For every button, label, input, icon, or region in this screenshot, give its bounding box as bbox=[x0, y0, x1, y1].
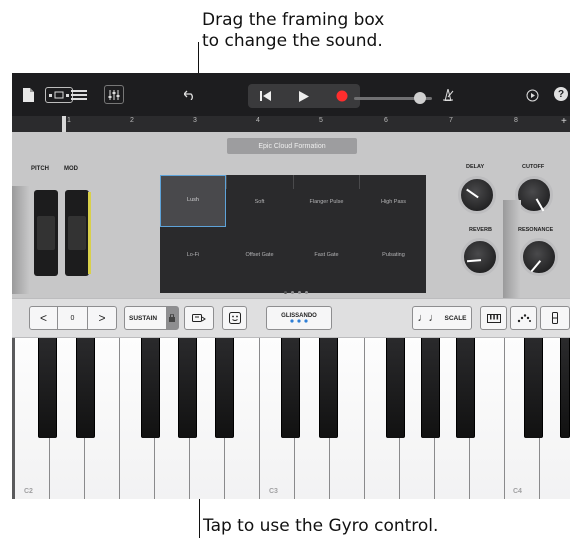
callout-line-2: to change the sound. bbox=[202, 31, 383, 51]
timeline-ruler[interactable]: 1 2 3 4 5 6 7 8 + bbox=[12, 116, 570, 132]
note-icon: ♩♩ bbox=[417, 312, 440, 324]
ruler-marker: 6 bbox=[384, 117, 388, 124]
mod-label: MOD bbox=[64, 166, 78, 172]
arpeggio-dots-icon bbox=[517, 313, 531, 322]
browser-view-icon[interactable] bbox=[45, 87, 73, 103]
black-key[interactable] bbox=[319, 338, 338, 438]
go-to-beginning-button[interactable] bbox=[248, 84, 284, 108]
key-label-c3: C3 bbox=[269, 488, 278, 495]
octave-up-button[interactable]: > bbox=[87, 306, 117, 330]
toolbar: ? bbox=[12, 73, 570, 116]
play-button[interactable] bbox=[286, 84, 322, 108]
callout-framing-box: Drag the framing box to change the sound… bbox=[202, 10, 384, 52]
delay-knob[interactable] bbox=[458, 176, 496, 214]
loop-browser-icon[interactable] bbox=[524, 87, 540, 103]
black-key[interactable] bbox=[386, 338, 405, 438]
black-key[interactable] bbox=[524, 338, 543, 438]
gyro-control-button[interactable] bbox=[184, 306, 214, 330]
octave-down-button[interactable]: < bbox=[29, 306, 58, 330]
ruler-marker: 4 bbox=[256, 117, 260, 124]
black-key[interactable] bbox=[281, 338, 300, 438]
scale-label: SCALE bbox=[444, 314, 467, 322]
mod-wheel[interactable] bbox=[65, 190, 89, 276]
scale-button[interactable]: ♩♩ SCALE bbox=[412, 306, 472, 330]
ruler-marker: 1 bbox=[67, 117, 71, 124]
glissando-dots-icon bbox=[290, 319, 308, 323]
tracks-view-icon[interactable] bbox=[70, 87, 88, 103]
arpeggiator-button[interactable] bbox=[222, 306, 247, 330]
pad-cell-fast-gate[interactable]: Fast Gate bbox=[293, 250, 360, 260]
black-key[interactable] bbox=[141, 338, 160, 438]
ruler-marker: 5 bbox=[319, 117, 323, 124]
pad-cell-pulsating[interactable]: Pulsating bbox=[360, 250, 427, 260]
delay-label: DELAY bbox=[466, 164, 485, 170]
key-label-c4: C4 bbox=[513, 488, 522, 495]
pad-cell-offset-gate[interactable]: Offset Gate bbox=[226, 250, 293, 260]
white-key[interactable] bbox=[470, 338, 505, 499]
black-key[interactable] bbox=[178, 338, 197, 438]
key-width-icon bbox=[552, 312, 558, 324]
black-key[interactable] bbox=[560, 338, 570, 438]
black-key[interactable] bbox=[76, 338, 95, 438]
left-stand bbox=[12, 186, 30, 294]
mixer-icon[interactable] bbox=[104, 85, 124, 104]
record-button[interactable] bbox=[324, 84, 360, 108]
piano-keys-icon bbox=[486, 313, 501, 323]
ruler-marker: 8 bbox=[514, 117, 518, 124]
transport-controls bbox=[248, 84, 360, 108]
pitch-label: PITCH bbox=[31, 166, 49, 172]
metronome-icon[interactable] bbox=[440, 87, 456, 103]
callout-gyro: Tap to use the Gyro control. bbox=[203, 516, 439, 536]
page-dot bbox=[298, 291, 301, 294]
octave-value: 0 bbox=[57, 306, 88, 330]
ruler-marker: 2 bbox=[130, 117, 134, 124]
sustain-lock-icon bbox=[166, 307, 178, 329]
black-key[interactable] bbox=[456, 338, 475, 438]
keyboard-size-button[interactable] bbox=[540, 306, 570, 330]
resonance-label: RESONANCE bbox=[518, 227, 554, 233]
mod-wheel-edge bbox=[88, 192, 91, 274]
page-dot-active bbox=[284, 291, 287, 294]
pad-cell-lo-fi[interactable]: Lo-Fi bbox=[160, 250, 226, 260]
right-stand bbox=[503, 200, 521, 308]
piano-keyboard[interactable]: C2 C3 C4 bbox=[12, 338, 570, 499]
page-dot bbox=[305, 291, 308, 294]
black-key[interactable] bbox=[38, 338, 57, 438]
black-key[interactable] bbox=[421, 338, 440, 438]
black-key[interactable] bbox=[215, 338, 234, 438]
smiley-icon bbox=[228, 312, 241, 324]
pad-cell-flanger-pulse[interactable]: Flanger Pulse bbox=[293, 197, 360, 207]
ruler-marker: 7 bbox=[449, 117, 453, 124]
key-label-c2: C2 bbox=[24, 488, 33, 495]
page: Drag the framing box to change the sound… bbox=[0, 0, 570, 540]
framing-box-label: Lush bbox=[187, 197, 199, 203]
page-dot bbox=[291, 291, 294, 294]
ruler-marker: 3 bbox=[193, 117, 197, 124]
arpeggio-layout-button[interactable] bbox=[510, 306, 537, 330]
my-songs-icon[interactable] bbox=[20, 86, 36, 104]
pad-cell-soft[interactable]: Soft bbox=[226, 197, 293, 207]
pitch-wheel[interactable] bbox=[34, 190, 58, 276]
cutoff-label: CUTOFF bbox=[522, 164, 545, 170]
add-section-button[interactable]: + bbox=[561, 116, 567, 127]
keyboard-view-button[interactable] bbox=[480, 306, 507, 330]
sustain-label: SUSTAIN bbox=[129, 314, 158, 322]
help-icon[interactable]: ? bbox=[554, 87, 568, 101]
undo-icon[interactable] bbox=[182, 87, 198, 103]
playhead[interactable] bbox=[62, 116, 66, 132]
pad-page-indicator[interactable] bbox=[284, 291, 314, 296]
reverb-knob[interactable] bbox=[461, 238, 499, 276]
master-volume-knob[interactable] bbox=[414, 92, 427, 104]
sustain-button[interactable]: SUSTAIN bbox=[124, 306, 179, 330]
glissando-button[interactable]: GLISSANDO bbox=[266, 306, 332, 330]
preset-name[interactable]: Epic Cloud Formation bbox=[227, 138, 357, 154]
reverb-label: REVERB bbox=[469, 227, 492, 233]
resonance-knob[interactable] bbox=[520, 238, 558, 276]
callout-line-1: Drag the framing box bbox=[202, 10, 385, 30]
gyro-icon bbox=[192, 313, 206, 322]
pad-cell-high-pass[interactable]: High Pass bbox=[360, 197, 427, 207]
